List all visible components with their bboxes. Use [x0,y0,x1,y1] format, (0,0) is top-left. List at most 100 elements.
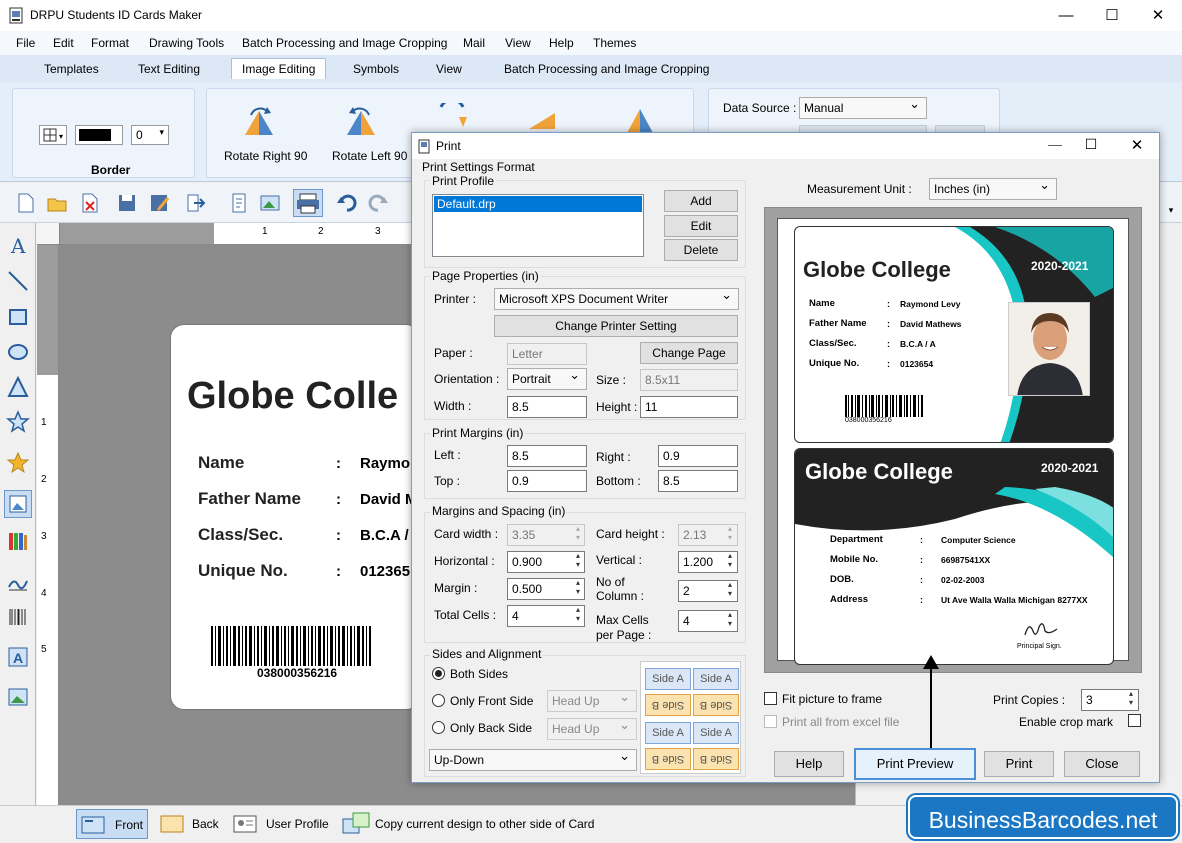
profile-list[interactable]: Default.drp [432,194,644,257]
tab-batch-processing[interactable]: Batch Processing and Image Cropping [504,62,709,76]
card-field-value[interactable]: Raymo [360,455,410,472]
width-input[interactable]: 8.5 [507,396,587,418]
left-margin-input[interactable]: 8.5 [507,445,587,467]
back-head-select[interactable]: Head Up [547,717,637,740]
margin-spinner[interactable]: ▴ ▾ [572,578,584,596]
printer-select[interactable]: Microsoft XPS Document Writer [494,287,739,310]
top-margin-input[interactable]: 0.9 [507,470,587,492]
menu-mail[interactable]: Mail [463,36,485,50]
max-cells-spinner[interactable]: ▴ ▾ [724,610,736,628]
card-field-value[interactable]: B.C.A / [360,527,409,544]
shapes-tool-icon[interactable] [6,451,30,475]
orientation-select[interactable]: Portrait [507,367,587,390]
flip-horizontal-icon[interactable] [527,105,557,133]
user-profile-label[interactable]: User Profile [266,817,329,831]
tab-text-editing[interactable]: Text Editing [138,62,200,76]
front-side-button[interactable]: Front [76,809,148,839]
only-front-radio[interactable] [432,694,445,707]
no-of-column-spinner[interactable]: ▴ ▾ [724,580,736,598]
dialog-minimize-button[interactable]: — [1040,136,1070,152]
change-printer-button[interactable]: Change Printer Setting [494,315,738,337]
undo-icon[interactable] [335,192,357,214]
card-barcode[interactable] [211,626,376,666]
card-field-label[interactable]: Name [198,453,244,473]
horizontal-spinner[interactable]: ▴ ▾ [572,551,584,569]
tab-view[interactable]: View [436,62,462,76]
rotate-left-icon[interactable] [343,105,379,137]
menu-themes[interactable]: Themes [593,36,636,50]
front-head-select[interactable]: Head Up [547,689,637,712]
card-width-spinner[interactable]: ▴ ▾ [572,524,584,542]
barcode-tool-icon[interactable] [6,605,30,629]
print-button[interactable] [293,189,323,217]
ellipse-tool-icon[interactable] [6,340,30,364]
save-icon[interactable] [116,192,138,214]
copy-design-label[interactable]: Copy current design to other side of Car… [375,817,594,831]
line-tool-icon[interactable] [6,269,30,293]
user-profile-icon[interactable] [233,814,259,834]
close-dialog-button[interactable]: Close [1064,751,1140,777]
enable-crop-label[interactable]: Enable crop mark [1019,715,1113,729]
edit-profile-button[interactable]: Edit [664,215,738,237]
menu-help[interactable]: Help [549,36,574,50]
data-source-select[interactable]: Manual [799,96,927,119]
border-width-dropdown[interactable]: 0 ▾ [131,125,169,145]
properties-icon[interactable] [228,192,250,214]
tab-templates[interactable]: Templates [44,62,99,76]
maximize-button[interactable]: ☐ [1089,0,1135,31]
only-back-label[interactable]: Only Back Side [450,721,532,735]
size-field[interactable]: 8.5x11 [640,369,738,391]
card-field-label[interactable]: Unique No. [198,561,288,581]
card-height-spinner[interactable]: ▴ ▾ [724,524,736,542]
triangle-tool-icon[interactable] [6,375,30,399]
help-button[interactable]: Help [774,751,844,777]
word-art-icon[interactable]: A [6,645,30,669]
tab-symbols[interactable]: Symbols [353,62,399,76]
rotate-left-label[interactable]: Rotate Left 90 [332,149,407,163]
back-card-icon[interactable] [160,814,186,834]
card-college-title[interactable]: Globe Colle [187,375,398,418]
flip-icon[interactable] [435,103,471,131]
print-copies-spinner[interactable]: ▴ ▾ [1125,689,1137,707]
change-page-button[interactable]: Change Page [640,342,738,364]
add-profile-button[interactable]: Add [664,190,738,212]
tab-image-editing[interactable]: Image Editing [231,58,327,79]
paper-field[interactable]: Letter [507,343,587,365]
menu-file[interactable]: File [16,36,35,50]
image-icon[interactable] [259,192,281,214]
save-as-icon[interactable] [148,192,170,214]
close-button[interactable]: ✕ [1135,0,1181,31]
card-field-label[interactable]: Father Name [198,489,301,509]
flip-vertical-icon[interactable] [625,105,655,133]
card-field-label[interactable]: Class/Sec. [198,525,283,545]
only-front-label[interactable]: Only Front Side [450,694,533,708]
menu-format[interactable]: Format [91,36,129,50]
card-field-value[interactable]: 012365 [360,563,410,580]
menu-drawing-tools[interactable]: Drawing Tools [149,36,224,50]
rotate-right-icon[interactable] [241,105,277,137]
bottom-margin-input[interactable]: 8.5 [658,470,738,492]
copy-design-icon[interactable] [341,811,371,837]
layout-order-select[interactable]: Up-Down [429,748,637,771]
delete-profile-button[interactable]: Delete [664,239,738,261]
both-sides-label[interactable]: Both Sides [450,667,508,681]
new-file-icon[interactable] [14,192,36,214]
menu-edit[interactable]: Edit [53,36,74,50]
image-tool-button[interactable] [4,490,32,518]
export-icon[interactable] [184,192,206,214]
right-margin-input[interactable]: 0.9 [658,445,738,467]
id-card-design[interactable]: Globe Colle Name : Raymo Father Name : D… [170,324,420,710]
text-tool-icon[interactable]: A [6,233,30,257]
fit-picture-label[interactable]: Fit picture to frame [782,692,882,706]
close-file-icon[interactable] [78,192,100,214]
total-cells-spinner[interactable]: ▴ ▾ [572,605,584,623]
rectangle-tool-icon[interactable] [6,305,30,329]
star-tool-icon[interactable] [6,410,30,434]
rotate-right-label[interactable]: Rotate Right 90 [224,149,307,163]
enable-crop-checkbox[interactable] [1128,714,1141,727]
profile-list-item[interactable]: Default.drp [434,196,642,212]
print-button[interactable]: Print [984,751,1054,777]
both-sides-radio[interactable] [432,667,445,680]
scroll-down-arrow-icon[interactable]: ▾ [1160,205,1182,219]
minimize-button[interactable]: — [1043,0,1089,31]
